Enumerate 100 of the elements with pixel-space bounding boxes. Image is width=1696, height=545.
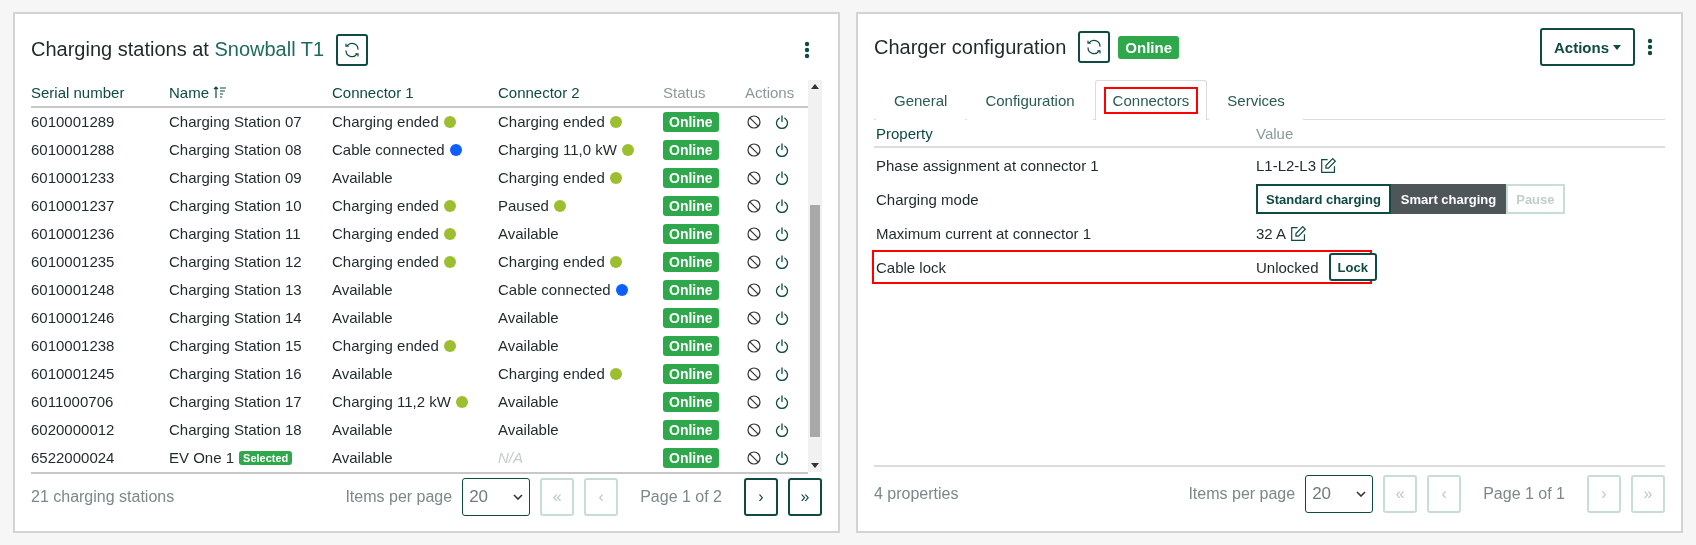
page-size-select[interactable]: 20	[462, 478, 531, 517]
connector-status: Available	[498, 225, 559, 243]
column-header[interactable]: Name	[169, 84, 227, 102]
connector-status: Available	[332, 365, 393, 383]
station-name: Charging Station 07	[169, 113, 302, 131]
connector-status: Charging ended	[332, 337, 439, 355]
block-icon[interactable]	[747, 226, 761, 241]
column-header: Status	[663, 84, 706, 102]
connector-status: N/A	[498, 449, 523, 467]
station-name: Charging Station 14	[169, 309, 302, 327]
status-badge: Online	[663, 167, 719, 188]
station-name: Charging Station 08	[169, 141, 302, 159]
scrollbar[interactable]	[808, 79, 822, 472]
block-icon[interactable]	[747, 142, 761, 157]
lock-button[interactable]: Lock	[1328, 253, 1377, 281]
block-icon[interactable]	[747, 170, 761, 185]
property-value: 32 A	[1256, 224, 1287, 242]
station-name: Charging Station 15	[169, 337, 302, 355]
last-page-button[interactable]: »	[788, 478, 822, 517]
page-size-select[interactable]: 20	[1305, 475, 1374, 513]
serial-number: 6010001235	[31, 253, 115, 271]
block-icon[interactable]	[747, 394, 761, 409]
power-icon[interactable]	[775, 310, 789, 325]
mode-option[interactable]: Standard charging	[1256, 184, 1391, 214]
page-info: Page 1 of 2	[640, 488, 722, 507]
tab[interactable]: Connectors	[1094, 80, 1208, 120]
power-icon[interactable]	[775, 366, 789, 381]
power-icon[interactable]	[775, 142, 789, 157]
more-options-icon[interactable]	[1647, 38, 1653, 56]
serial-number: 6010001246	[31, 309, 115, 327]
connector-status: Charging 11,2 kW	[332, 393, 451, 411]
actions-button[interactable]: Actions	[1540, 28, 1635, 66]
edit-icon[interactable]	[1320, 156, 1338, 174]
panel-title: Charging stations at Snowball T1	[31, 38, 325, 62]
chevron-down-icon	[513, 494, 524, 501]
serial-number: 6011000706	[31, 393, 114, 411]
next-page-button[interactable]: ›	[744, 478, 778, 517]
station-name: Charging Station 09	[169, 169, 302, 187]
connector-status: Available	[332, 309, 393, 327]
serial-number: 6010001237	[31, 197, 115, 215]
power-icon[interactable]	[775, 338, 789, 353]
block-icon[interactable]	[747, 198, 761, 213]
column-header: Value	[1256, 124, 1294, 142]
connector-status: Charging ended	[332, 253, 439, 271]
refresh-button[interactable]	[336, 33, 369, 66]
power-icon[interactable]	[775, 170, 789, 185]
column-header: Connector 1	[332, 84, 414, 102]
power-icon[interactable]	[775, 198, 789, 213]
refresh-icon	[343, 40, 362, 59]
edit-icon[interactable]	[1290, 224, 1308, 242]
block-icon[interactable]	[747, 366, 761, 381]
block-icon[interactable]	[747, 254, 761, 269]
serial-number: 6010001289	[31, 113, 115, 131]
connector-status: Paused	[498, 197, 549, 215]
mode-option[interactable]: Smart charging	[1390, 184, 1507, 214]
connector-status: Available	[332, 169, 393, 187]
serial-number: 6010001233	[31, 169, 115, 187]
station-name: Charging Station 10	[169, 197, 302, 215]
items-per-page-label: Items per page	[1188, 485, 1296, 503]
block-icon[interactable]	[747, 422, 761, 437]
station-name: Charging Station 16	[169, 365, 302, 383]
power-icon[interactable]	[775, 114, 789, 129]
selected-badge: Selected	[239, 450, 293, 465]
block-icon[interactable]	[747, 114, 761, 129]
power-icon[interactable]	[775, 282, 789, 297]
serial-number: 6010001245	[31, 365, 115, 383]
serial-number: 6010001288	[31, 141, 115, 159]
power-icon[interactable]	[775, 254, 789, 269]
power-icon[interactable]	[775, 450, 789, 465]
connector-status: Available	[498, 393, 559, 411]
serial-number: 6010001238	[31, 337, 115, 355]
power-icon[interactable]	[775, 226, 789, 241]
panel-title: Charger configuration	[874, 35, 1067, 59]
block-icon[interactable]	[747, 338, 761, 353]
column-header: Property	[876, 124, 933, 142]
status-badge: Online	[663, 447, 719, 468]
property-value: L1-L2-L3	[1256, 156, 1317, 174]
page-info: Page 1 of 1	[1483, 485, 1565, 503]
more-options-icon[interactable]	[804, 40, 810, 59]
power-icon[interactable]	[775, 422, 789, 437]
connector-status: Charging ended	[332, 225, 439, 243]
power-icon[interactable]	[775, 394, 789, 409]
column-header: Connector 2	[498, 84, 580, 102]
connector-status: Available	[498, 421, 559, 439]
scroll-down-icon[interactable]	[811, 462, 819, 468]
property-name: Phase assignment at connector 1	[876, 156, 1099, 174]
status-badge: Online	[663, 195, 719, 216]
property-name: Charging mode	[876, 190, 979, 208]
connector-status: Charging ended	[498, 365, 605, 383]
refresh-button[interactable]	[1078, 31, 1111, 63]
connector-status: Charging ended	[498, 253, 605, 271]
scroll-up-icon[interactable]	[811, 83, 819, 89]
block-icon[interactable]	[747, 450, 761, 465]
property-name: Maximum current at connector 1	[876, 224, 1092, 242]
block-icon[interactable]	[747, 310, 761, 325]
station-name: Charging Station 18	[169, 421, 302, 439]
connector-status: Available	[332, 449, 393, 467]
status-badge: Online	[663, 391, 719, 412]
block-icon[interactable]	[747, 282, 761, 297]
station-name: Charging Station 17	[169, 393, 302, 411]
